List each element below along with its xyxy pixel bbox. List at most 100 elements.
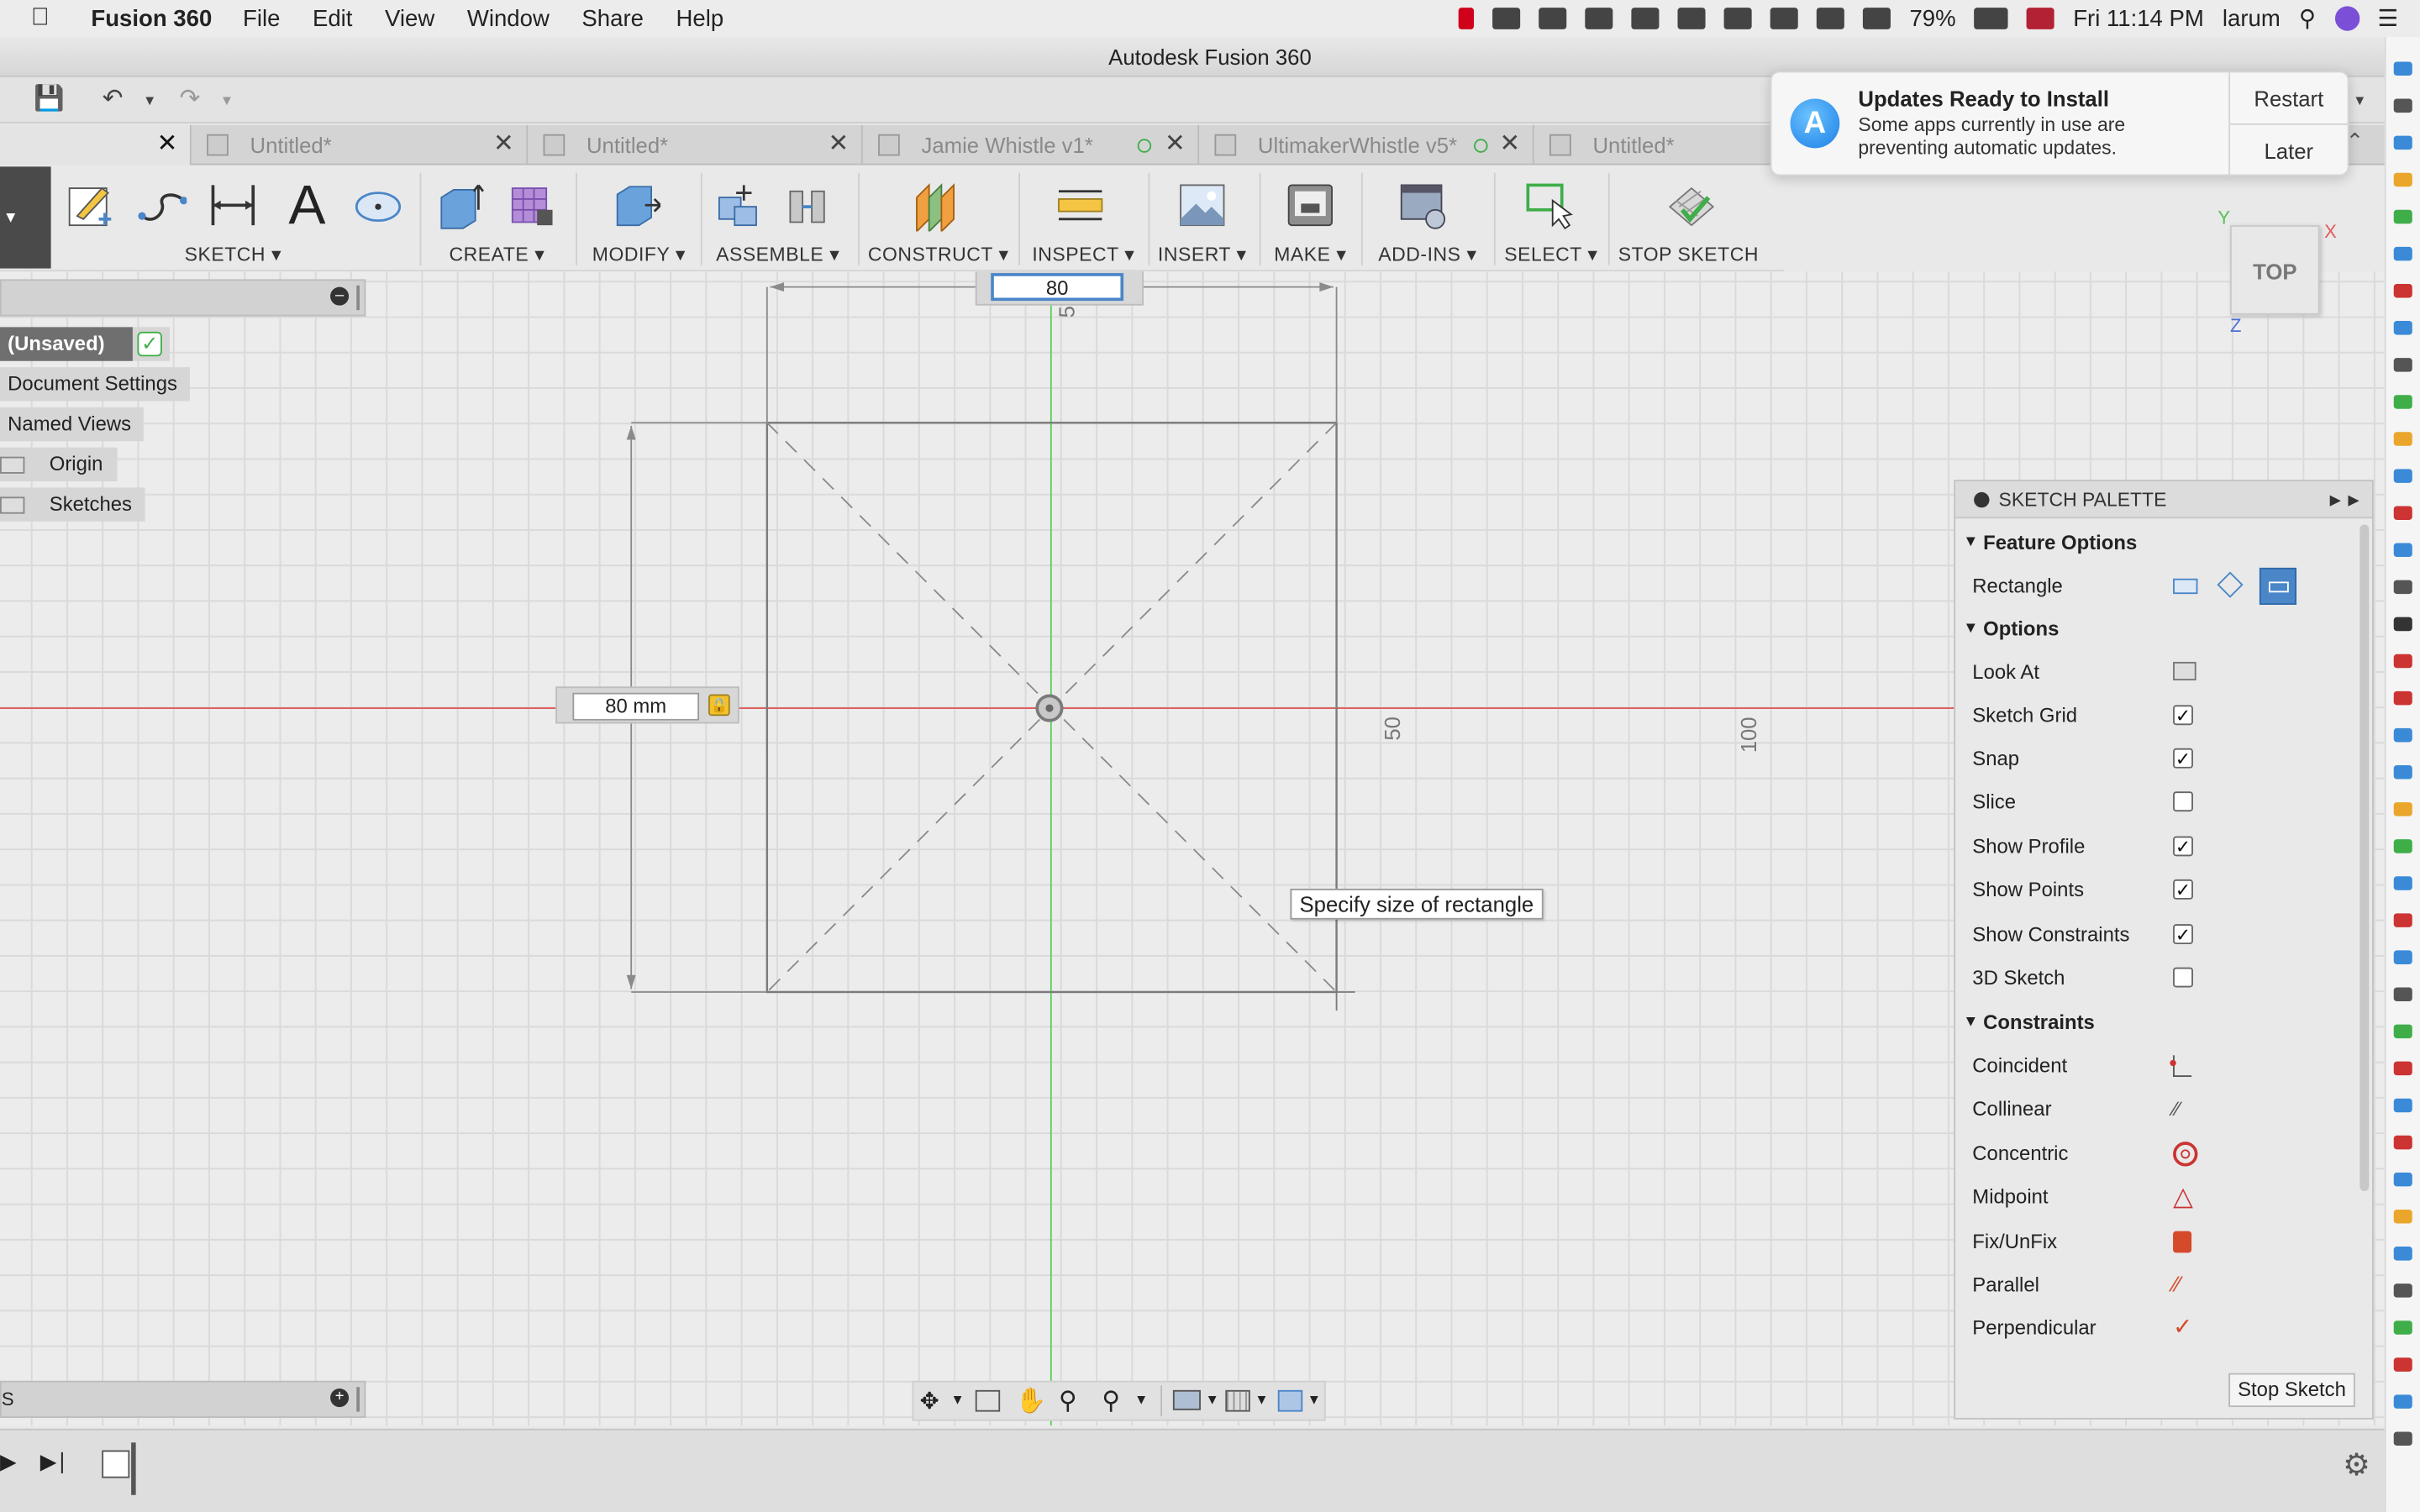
menubar-user[interactable]: larum [2223,5,2281,31]
center-rectangle-icon[interactable] [2259,567,2297,605]
battery-bar-icon[interactable] [1585,8,1613,29]
tab-active[interactable]: ✕ [0,124,192,165]
slice-checkbox[interactable] [2173,791,2193,812]
section-constraints[interactable]: ▼ Constraints [1955,1001,2372,1044]
browser-sketches[interactable]: Sketches [0,487,145,522]
select-window-icon[interactable] [1525,179,1575,231]
browser-document-settings[interactable]: Document Settings [0,367,190,402]
play-icon[interactable]: ▶ [0,1449,17,1475]
drive-icon[interactable] [1539,8,1567,29]
redo-icon[interactable]: ↷ [176,87,203,114]
menubar-clock[interactable]: Fri 11:14 PM [2073,5,2204,31]
pan-icon[interactable]: ✋ [1016,1385,1047,1416]
zoom-icon[interactable]: ⚲ [1059,1385,1077,1416]
palette-collapse-icon[interactable] [1974,491,1990,508]
fit-icon[interactable]: ⚲ [1102,1385,1120,1416]
quickbar-menu-icon[interactable]: ▼ [2346,87,2374,114]
look-at-icon[interactable] [2173,661,2196,680]
offset-plane-icon[interactable] [911,179,960,232]
wifi-icon[interactable] [1817,8,1845,29]
menu-file[interactable]: File [243,5,280,31]
update-notification[interactable]: A Updates Ready to Install Some apps cur… [1770,71,2349,178]
spotlight-search-icon[interactable]: ⚲ [2299,5,2316,32]
width-dimension-input[interactable]: 80 [991,273,1124,302]
stop-sketch-icon[interactable] [1667,179,1717,231]
viewcube[interactable]: TOP [2230,225,2320,315]
orbit-icon[interactable]: ✥ [920,1387,939,1415]
menu-share[interactable]: Share [581,5,644,31]
viewports-icon[interactable] [1277,1389,1303,1412]
snap-checkbox[interactable]: ✓ [2173,748,2193,769]
display-dropdown-icon[interactable]: ▼ [1205,1392,1218,1407]
select-menu[interactable]: SELECT ▾ [1497,242,1606,265]
siri-icon[interactable] [2334,6,2360,31]
press-pull-icon[interactable] [611,179,661,231]
assemble-menu[interactable]: ASSEMBLE ▾ [704,242,852,265]
timeline-marker[interactable] [131,1442,136,1495]
three-point-rectangle-icon[interactable] [2217,571,2244,598]
workspace-dropdown-icon[interactable]: ▼ [3,210,18,227]
later-button[interactable]: Later [2230,125,2348,177]
collinear-icon[interactable]: ∕∕ [2173,1099,2180,1119]
tab-jamie-whistle[interactable]: Jamie Whistle v1* ✕ [863,124,1200,165]
browser-named-views[interactable]: Named Views [0,407,144,442]
close-tab-icon[interactable]: ✕ [829,125,850,165]
ellipse-point-icon[interactable] [354,179,403,231]
show-points-checkbox[interactable]: ✓ [2173,879,2193,900]
scripts-addins-icon[interactable] [1398,179,1448,231]
close-tab-icon[interactable]: ✕ [157,125,178,165]
undo-dropdown-icon[interactable]: ▼ [136,87,164,114]
battery-icon[interactable] [1974,8,2009,29]
redo-dropdown-icon[interactable]: ▼ [213,87,240,114]
constraint-collinear[interactable]: Collinear ∕∕ [1955,1088,2372,1131]
undo-icon[interactable]: ↶ [99,87,127,114]
constraint-coincident[interactable]: Coincident [1955,1044,2372,1087]
coincident-icon[interactable] [2170,1055,2192,1078]
save-icon[interactable]: 💾 [34,87,65,114]
timeline-settings-gear-icon[interactable]: ⚙ [2343,1446,2370,1484]
constraint-perpendicular[interactable]: Perpendicular ✓ [1955,1307,2372,1350]
battery-percent[interactable]: 79% [1909,5,1955,31]
notification-center-icon[interactable]: ☰ [2378,5,2399,32]
create-menu[interactable]: CREATE ▾ [423,242,571,265]
sketch-menu[interactable]: SKETCH ▾ [57,242,409,265]
creative-cloud-icon[interactable] [1492,8,1521,29]
menu-edit[interactable]: Edit [313,5,352,31]
section-options[interactable]: ▼ Options [1955,608,2372,651]
tab-untitled-3[interactable]: Untitled* [1534,124,1781,165]
inspect-menu[interactable]: INSPECT ▾ [1022,242,1145,265]
display-settings-icon[interactable] [1172,1389,1201,1410]
two-point-rectangle-icon[interactable] [2173,578,2198,595]
tab-untitled-2[interactable]: Untitled* ✕ [528,124,863,165]
constraint-fix-unfix[interactable]: Fix/UnFix [1955,1221,2372,1263]
lock-icon[interactable] [1677,8,1707,29]
airplay-icon[interactable] [1863,8,1891,29]
time-machine-icon[interactable] [1770,8,1799,29]
sketch-grid-checkbox[interactable]: ✓ [2173,705,2193,725]
evernote-icon[interactable] [1724,8,1753,29]
height-dimension-input[interactable]: 80 mm [572,692,700,721]
construct-menu[interactable]: CONSTRUCT ▾ [861,242,1016,265]
stop-sketch-label[interactable]: STOP SKETCH [1614,244,1762,265]
skip-to-end-icon[interactable]: ▶∣ [40,1449,68,1475]
look-at-nav-icon[interactable] [975,1389,1001,1412]
browser-document-node[interactable]: (Unsaved) [0,327,133,361]
show-constraints-checkbox[interactable]: ✓ [2173,924,2193,945]
measure-icon[interactable] [1055,179,1105,231]
palette-scrollbar[interactable] [2360,524,2370,1191]
palette-expand-icon[interactable]: ►► [2326,481,2363,518]
concentric-icon[interactable] [2173,1142,2198,1167]
pattern-icon[interactable] [506,179,555,231]
constraint-concentric[interactable]: Concentric [1955,1132,2372,1175]
restart-button[interactable]: Restart [2230,72,2348,125]
recording-icon[interactable] [1459,8,1475,29]
midpoint-icon[interactable]: △ [2173,1184,2193,1210]
3d-sketch-checkbox[interactable] [2173,967,2193,988]
dimension-lock-icon[interactable]: 🔒 [708,694,730,717]
parallel-icon[interactable]: ⁄⁄ [2173,1273,2181,1294]
grid-dropdown-icon[interactable]: ▼ [1255,1392,1268,1407]
apple-icon[interactable]:  [31,5,65,33]
tab-ultimaker-whistle[interactable]: UltimakerWhistle v5* ✕ [1199,124,1534,165]
line-spline-icon[interactable] [137,179,187,231]
menu-window[interactable]: Window [467,5,550,31]
